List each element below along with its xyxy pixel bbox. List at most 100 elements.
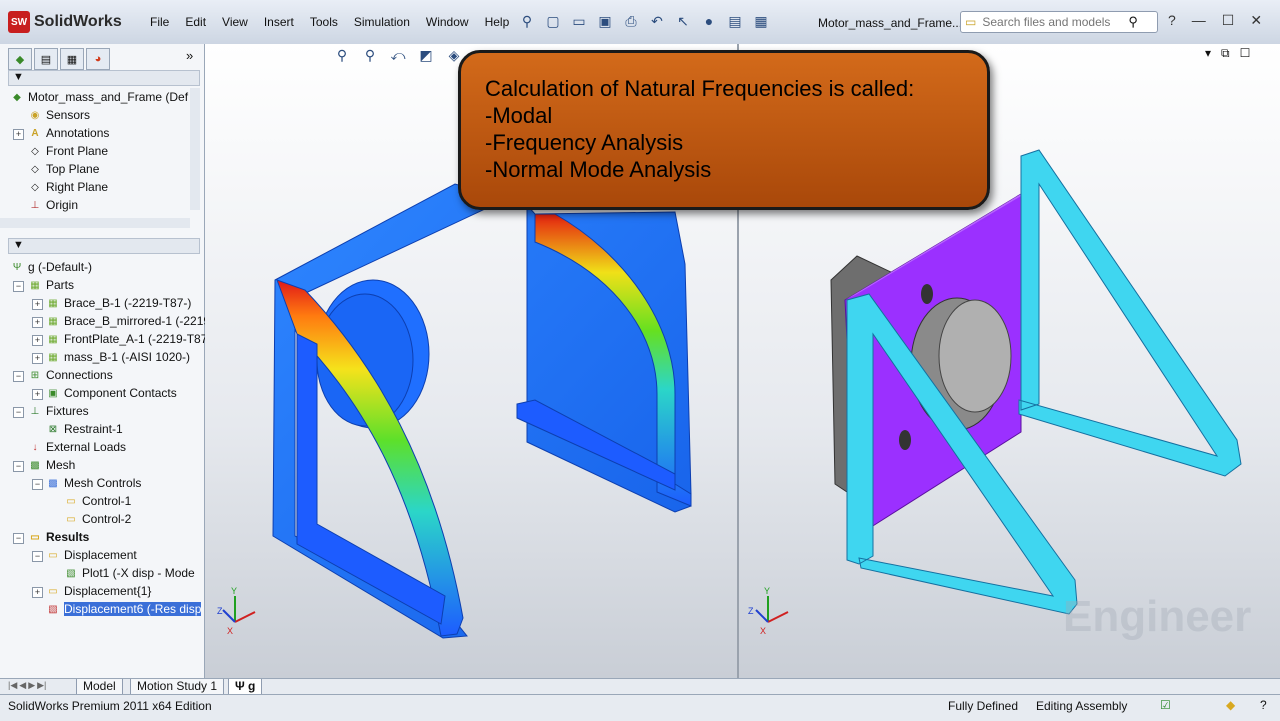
app-logo[interactable]: SW SolidWorks [8,10,122,34]
menu-simulation[interactable]: Simulation [346,12,418,32]
options-icon[interactable]: ▦ [750,10,772,32]
expand-part-icon[interactable]: + [32,353,43,364]
property-manager-tab-icon[interactable]: ▤ [34,48,58,70]
search-input[interactable] [980,14,1125,30]
parts-folder-icon: ▦ [30,279,40,291]
right-model [830,149,1242,615]
open-folder-icon[interactable]: ▭ [568,10,590,32]
collapse-parts-icon[interactable]: − [13,281,24,292]
restraint-icon: ⊠ [48,423,58,435]
expand-part-icon[interactable]: + [32,299,43,310]
close-icon[interactable]: ✕ [1250,12,1262,29]
tree-item-origin[interactable]: ⊥ Origin [28,196,78,214]
tree-part-mass[interactable]: ▦ mass_B-1 (-AISI 1020-) [46,348,190,366]
study-root[interactable]: Ψ g (-Default-) [10,258,92,276]
collapse-fixtures-icon[interactable]: − [13,407,24,418]
select-arrow-icon[interactable]: ↖ [672,10,694,32]
filter-bar-top[interactable]: ▼ [8,70,200,86]
first-tab-icon[interactable]: |◀ [8,680,17,691]
tab-model[interactable]: Model [76,679,123,695]
collapse-mesh-icon[interactable]: − [13,461,24,472]
plane-icon: ◇ [31,163,39,175]
undo-icon[interactable]: ↶ [646,10,668,32]
tree-displacement-6[interactable]: ▧ Displacement6 (-Res disp [46,600,202,618]
pin-icon[interactable]: ⚲ [516,10,538,32]
tree-connections[interactable]: ⊞ Connections [28,366,113,384]
tree-item-right-plane[interactable]: ◇ Right Plane [28,178,108,196]
menu-view[interactable]: View [214,12,256,32]
expand-part-icon[interactable]: + [32,335,43,346]
tree-parts[interactable]: ▦ Parts [28,276,74,294]
edition-label: SolidWorks Premium 2011 x64 Edition [8,699,212,713]
tree-displacement-1[interactable]: ▭ Displacement{1} [46,582,151,600]
tree-item-annotations[interactable]: A Annotations [28,124,109,142]
next-tab-icon[interactable]: ▶ [28,680,35,691]
horizontal-scrollbar[interactable] [0,218,190,228]
collapse-results-icon[interactable]: − [13,533,24,544]
feature-manager-tab-icon[interactable]: ◆ [8,48,32,70]
expand-panel-icon[interactable]: » [186,48,193,63]
expand-displacement1-icon[interactable]: + [32,587,43,598]
menu-tools[interactable]: Tools [302,12,346,32]
file-properties-icon[interactable]: ▤ [724,10,746,32]
tree-external-loads[interactable]: ↓ External Loads [28,438,127,456]
traffic-light-icon[interactable]: ● [698,10,720,32]
save-icon[interactable]: ▣ [594,10,616,32]
tree-fixtures[interactable]: ⊥ Fixtures [28,402,89,420]
search-icon[interactable]: ⚲ [1128,14,1138,30]
tree-plot1[interactable]: ▧ Plot1 (-X disp - Mode [64,564,194,582]
expand-annotations-icon[interactable]: + [13,129,24,140]
rebuild-check-icon[interactable]: ☑ [1160,698,1171,712]
print-icon[interactable]: ⎙ [620,10,642,32]
collapse-mesh-controls-icon[interactable]: − [32,479,43,490]
tree-item-top-plane[interactable]: ◇ Top Plane [28,160,99,178]
tree-mesh-controls[interactable]: ▩ Mesh Controls [46,474,141,492]
tree-displacement-folder[interactable]: ▭ Displacement [46,546,136,564]
menu-help[interactable]: Help [477,12,518,32]
expand-part-icon[interactable]: + [32,317,43,328]
study-tab-icon: Ψ [235,679,249,693]
appearance-tab-icon[interactable]: ◕ [86,48,110,70]
filter-bar-bottom[interactable]: ▼ [8,238,200,254]
menu-file[interactable]: File [142,12,177,32]
tree-part-frontplate[interactable]: ▦ FrontPlate_A-1 (-2219-T87 [46,330,207,348]
new-document-icon[interactable]: ▢ [542,10,564,32]
prev-tab-icon[interactable]: ◀ [19,680,26,691]
help-status-icon[interactable]: ? [1260,698,1267,712]
help-icon[interactable]: ? [1168,12,1176,29]
menu-edit[interactable]: Edit [177,12,214,32]
tab-motion-study[interactable]: Motion Study 1 [130,679,225,695]
search-box[interactable]: ▭ ⚲ [960,11,1158,33]
menu-insert[interactable]: Insert [256,12,302,32]
tree-restraint[interactable]: ⊠ Restraint-1 [46,420,123,438]
menu-window[interactable]: Window [418,12,477,32]
configuration-manager-tab-icon[interactable]: ▦ [60,48,84,70]
tree-component-contacts[interactable]: ▣ Component Contacts [46,384,176,402]
tree-item-front-plane[interactable]: ◇ Front Plane [28,142,108,160]
vertical-scrollbar[interactable] [190,88,200,210]
tree-control-1[interactable]: ▭ Control-1 [64,492,131,510]
tree-part-brace-b-mirrored[interactable]: ▦ Brace_B_mirrored-1 (-2219 [46,312,210,330]
tree-control-2[interactable]: ▭ Control-2 [64,510,131,528]
maximize-icon[interactable]: ☐ [1222,12,1235,29]
expand-contacts-icon[interactable]: + [32,389,43,400]
tab-study-g[interactable]: Ψ g [228,679,263,695]
svg-text:Y: Y [764,586,770,596]
collapse-displacement-icon[interactable]: − [32,551,43,562]
tree-mesh[interactable]: ▩ Mesh [28,456,75,474]
solid-body-icon: ▦ [48,351,58,363]
tree-root-assembly[interactable]: ◆ Motor_mass_and_Frame (Def [10,88,188,106]
plot-icon: ▧ [66,567,76,579]
last-tab-icon[interactable]: ▶| [37,680,46,691]
tag-icon[interactable]: ◆ [1226,698,1235,712]
minimize-icon[interactable]: — [1192,12,1206,29]
tree-results[interactable]: ▭ Results [28,528,89,546]
window-controls: ? — ☐ ✕ [1168,12,1262,29]
tree-item-sensors[interactable]: ◉ Sensors [28,106,90,124]
standard-toolbar: ⚲ ▢ ▭ ▣ ⎙ ↶ ↖ ● ▤ ▦ [516,10,772,32]
status-defined: Fully Defined [948,699,1019,713]
tree-part-brace-b[interactable]: ▦ Brace_B-1 (-2219-T87-) [46,294,191,312]
simulation-tree: Ψ g (-Default-) − ▦ Parts + ▦ Brace_B-1 … [0,258,210,678]
connections-icon: ⊞ [30,369,40,381]
collapse-connections-icon[interactable]: − [13,371,24,382]
